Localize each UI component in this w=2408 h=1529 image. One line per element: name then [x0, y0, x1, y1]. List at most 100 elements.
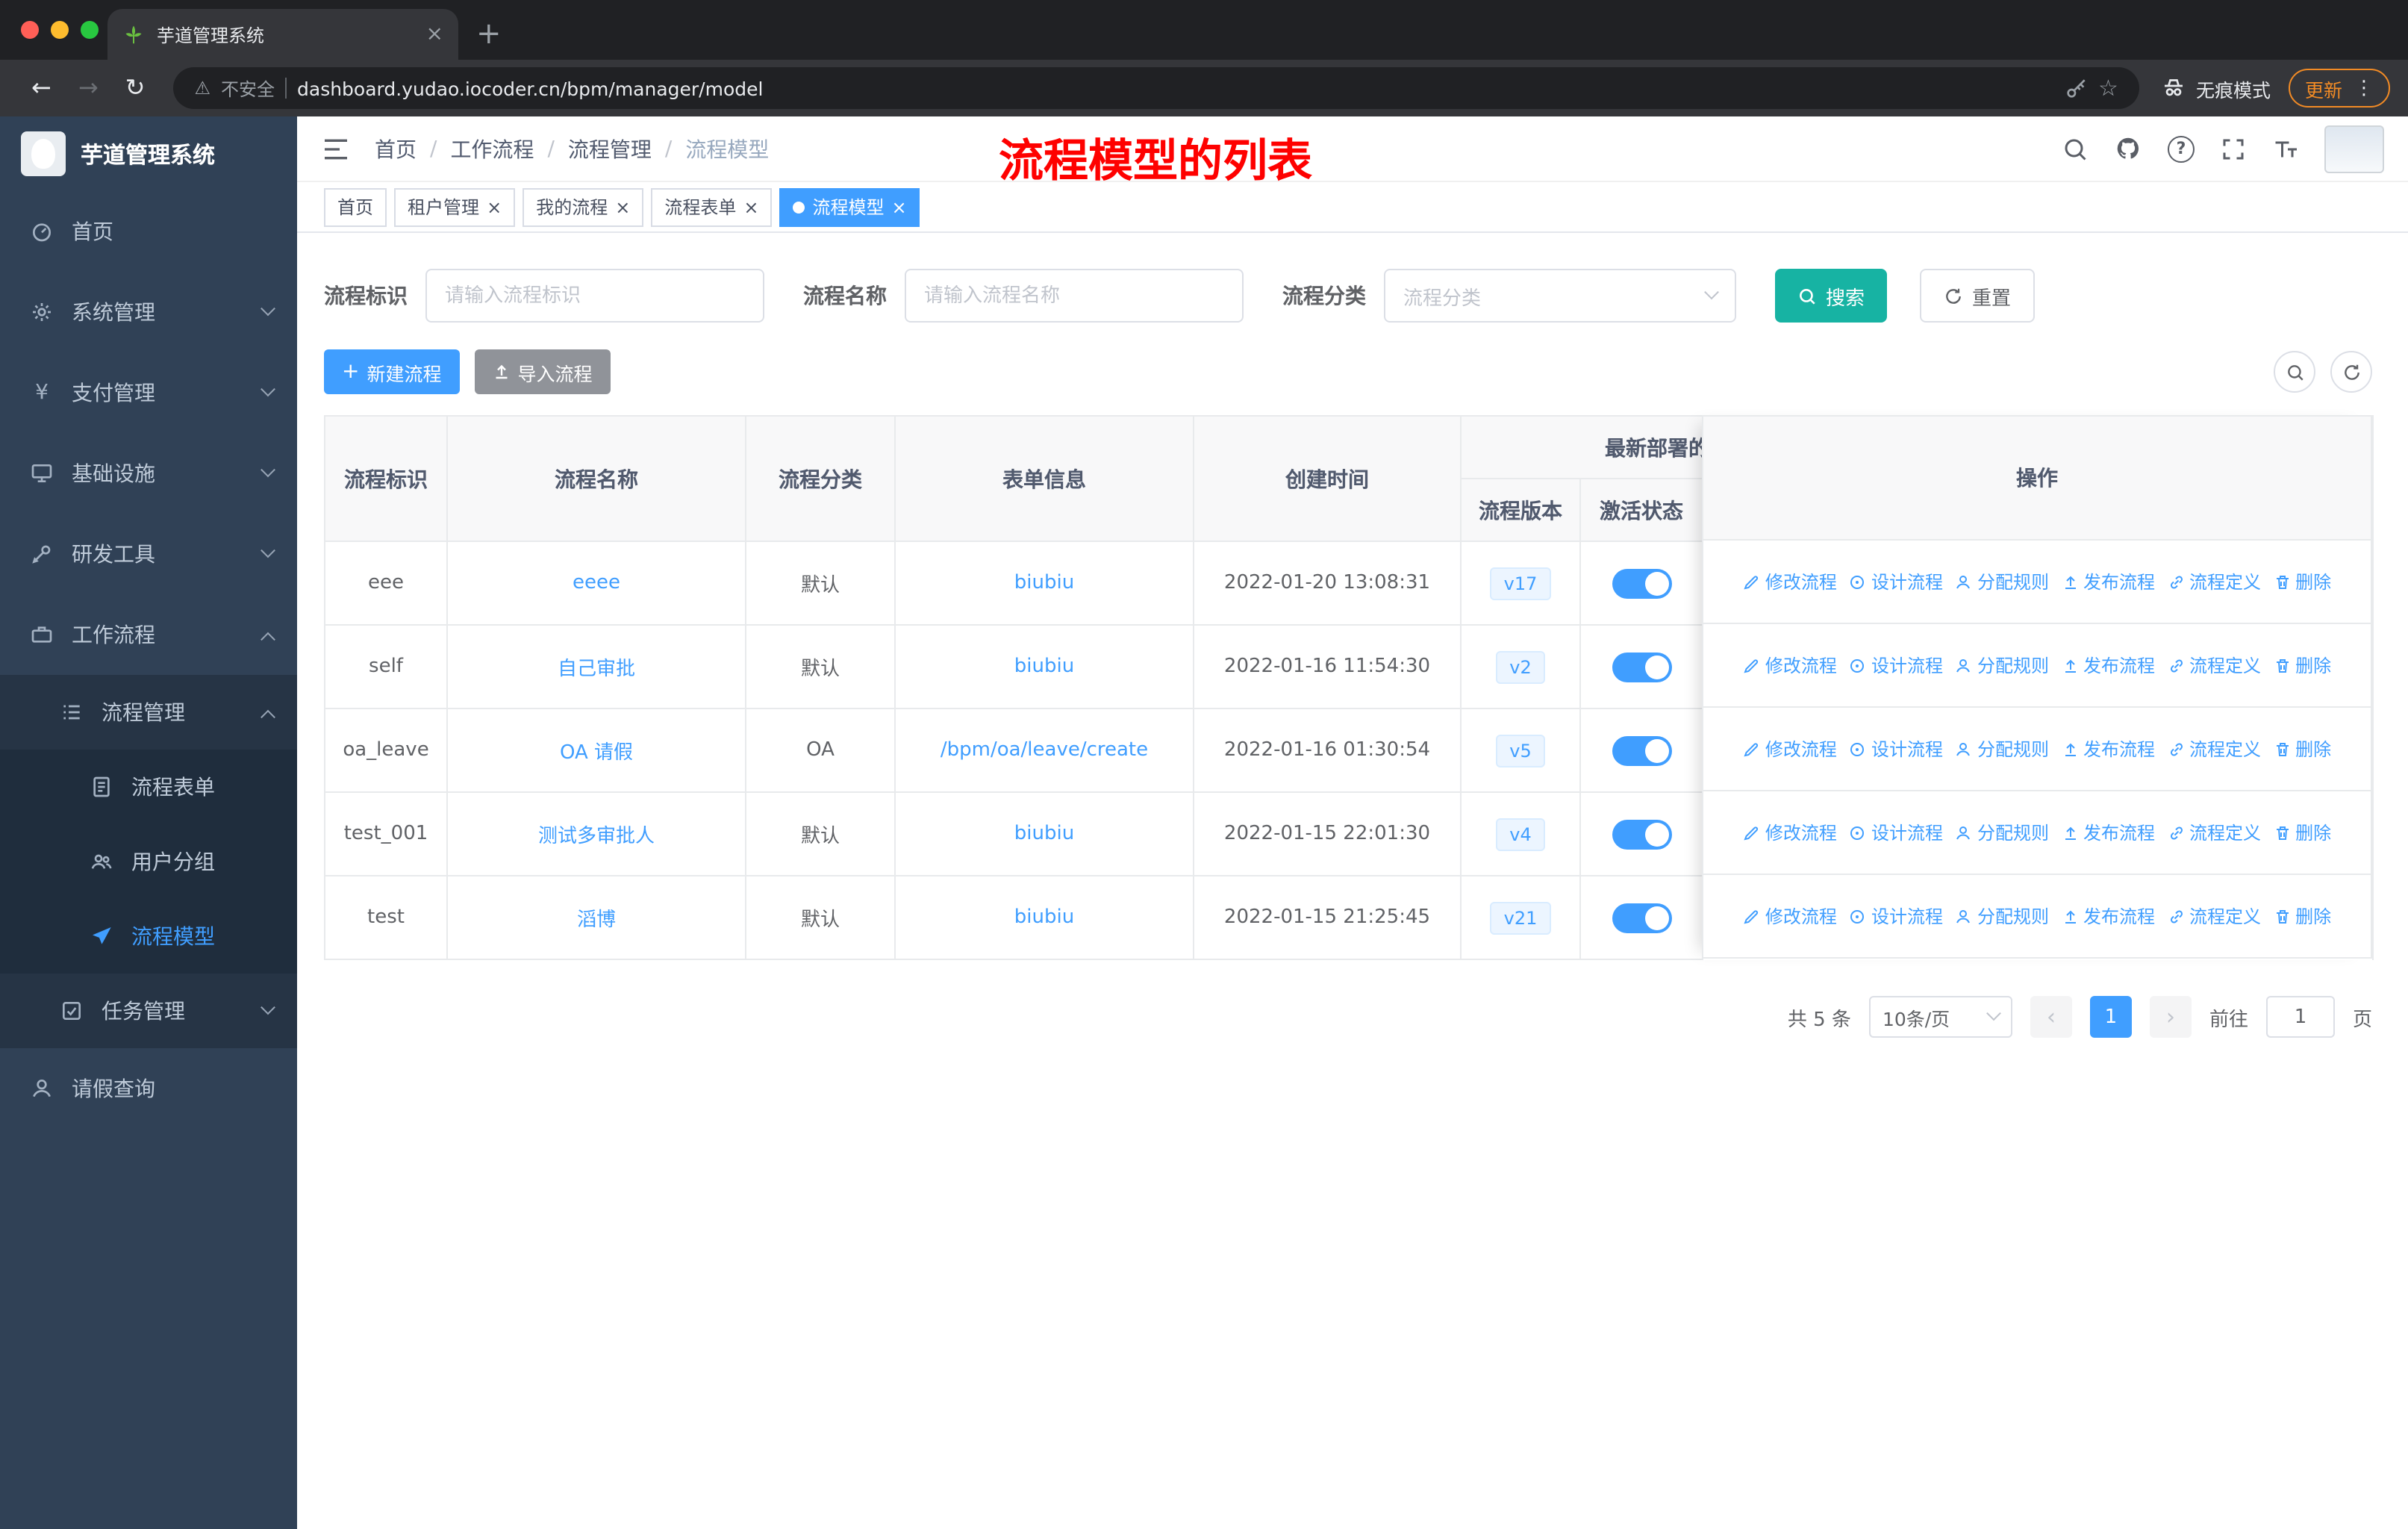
- design-process-link[interactable]: 设计流程: [1849, 903, 1943, 929]
- bookmark-star-icon[interactable]: ☆: [2098, 75, 2118, 102]
- user-avatar[interactable]: [2324, 125, 2384, 172]
- browser-tab[interactable]: 芋道管理系统 ×: [107, 9, 458, 60]
- process-id-input[interactable]: [425, 269, 764, 323]
- process-name-link[interactable]: 自己审批: [558, 658, 635, 681]
- tag-close-icon[interactable]: ×: [615, 198, 630, 216]
- modify-process-link[interactable]: 修改流程: [1743, 903, 1837, 929]
- active-status-toggle[interactable]: [1612, 735, 1671, 765]
- modify-process-link[interactable]: 修改流程: [1743, 653, 1837, 678]
- app-logo[interactable]: 芋道管理系统: [0, 116, 297, 191]
- macos-zoom-button[interactable]: [81, 21, 99, 39]
- publish-process-link[interactable]: 发布流程: [2061, 903, 2155, 929]
- design-process-link[interactable]: 设计流程: [1849, 820, 1943, 845]
- design-process-link[interactable]: 设计流程: [1849, 736, 1943, 762]
- next-page-button[interactable]: ›: [2149, 996, 2192, 1038]
- sidebar-item-devtools[interactable]: 研发工具: [0, 514, 297, 594]
- process-definition-link[interactable]: 流程定义: [2167, 736, 2261, 762]
- search-button[interactable]: 搜索: [1775, 269, 1888, 323]
- reset-button[interactable]: 重置: [1920, 269, 2036, 323]
- delete-process-link[interactable]: 删除: [2273, 736, 2331, 762]
- process-name-link[interactable]: eeee: [573, 572, 620, 594]
- forward-button[interactable]: →: [78, 75, 99, 100]
- refresh-table-button[interactable]: [2330, 351, 2372, 393]
- process-name-input[interactable]: [905, 269, 1244, 323]
- active-status-toggle[interactable]: [1612, 568, 1671, 598]
- sidebar-item-home[interactable]: 首页: [0, 191, 297, 272]
- delete-process-link[interactable]: 删除: [2273, 653, 2331, 678]
- form-info-link[interactable]: biubiu: [1014, 906, 1074, 929]
- assign-rule-link[interactable]: 分配规则: [1955, 569, 2049, 594]
- active-status-toggle[interactable]: [1612, 819, 1671, 849]
- delete-process-link[interactable]: 删除: [2273, 820, 2331, 845]
- form-info-link[interactable]: biubiu: [1014, 572, 1074, 594]
- fullscreen-icon[interactable]: [2220, 135, 2247, 162]
- font-size-icon[interactable]: [2272, 135, 2299, 162]
- breadcrumb-workflow[interactable]: 工作流程: [450, 134, 534, 164]
- tag-close-icon[interactable]: ×: [487, 198, 502, 216]
- address-bar[interactable]: ⚠ 不安全 dashboard.yudao.iocoder.cn/bpm/man…: [173, 67, 2139, 109]
- sidebar-item-user-group[interactable]: 用户分组: [0, 824, 297, 899]
- toggle-search-button[interactable]: [2274, 351, 2315, 393]
- process-name-link[interactable]: OA 请假: [560, 742, 633, 764]
- macos-minimize-button[interactable]: [51, 21, 69, 39]
- tab-close-icon[interactable]: ×: [426, 24, 443, 45]
- design-process-link[interactable]: 设计流程: [1849, 569, 1943, 594]
- process-definition-link[interactable]: 流程定义: [2167, 903, 2261, 929]
- publish-process-link[interactable]: 发布流程: [2061, 569, 2155, 594]
- process-name-link[interactable]: 滔博: [577, 909, 616, 932]
- search-icon[interactable]: [2062, 135, 2089, 162]
- goto-page-input[interactable]: [2265, 996, 2335, 1038]
- modify-process-link[interactable]: 修改流程: [1743, 736, 1837, 762]
- design-process-link[interactable]: 设计流程: [1849, 653, 1943, 678]
- github-icon[interactable]: [2114, 134, 2142, 163]
- process-name-link[interactable]: 测试多审批人: [538, 826, 655, 848]
- form-info-link[interactable]: biubiu: [1014, 823, 1074, 845]
- macos-close-button[interactable]: [21, 21, 39, 39]
- tag-item[interactable]: 我的流程 ×: [523, 187, 644, 226]
- modify-process-link[interactable]: 修改流程: [1743, 820, 1837, 845]
- tag-item[interactable]: 流程表单 ×: [651, 187, 773, 226]
- create-process-button[interactable]: + 新建流程: [324, 349, 460, 394]
- page-size-select[interactable]: 10条/页: [1868, 996, 2012, 1038]
- assign-rule-link[interactable]: 分配规则: [1955, 736, 2049, 762]
- tag-item[interactable]: 租户管理 ×: [394, 187, 516, 226]
- sidebar-item-infrastructure[interactable]: 基础设施: [0, 433, 297, 514]
- sidebar-item-workflow[interactable]: 工作流程: [0, 594, 297, 675]
- tag-item[interactable]: 流程模型 ×: [779, 187, 920, 226]
- active-status-toggle[interactable]: [1612, 903, 1671, 932]
- publish-process-link[interactable]: 发布流程: [2061, 653, 2155, 678]
- help-icon[interactable]: ?: [2168, 135, 2195, 162]
- delete-process-link[interactable]: 删除: [2273, 569, 2331, 594]
- hamburger-icon[interactable]: [321, 134, 351, 164]
- tag-close-icon[interactable]: ×: [892, 198, 907, 216]
- sidebar-item-task-mgmt[interactable]: 任务管理: [0, 974, 297, 1048]
- new-tab-button[interactable]: +: [476, 18, 502, 48]
- import-process-button[interactable]: 导入流程: [474, 349, 611, 394]
- publish-process-link[interactable]: 发布流程: [2061, 820, 2155, 845]
- category-select[interactable]: 流程分类: [1384, 269, 1736, 323]
- assign-rule-link[interactable]: 分配规则: [1955, 903, 2049, 929]
- password-key-icon[interactable]: [2064, 76, 2088, 100]
- sidebar-item-leave-query[interactable]: 请假查询: [0, 1048, 297, 1129]
- process-definition-link[interactable]: 流程定义: [2167, 653, 2261, 678]
- active-status-toggle[interactable]: [1612, 652, 1671, 682]
- modify-process-link[interactable]: 修改流程: [1743, 569, 1837, 594]
- publish-process-link[interactable]: 发布流程: [2061, 736, 2155, 762]
- sidebar-item-payment[interactable]: ¥ 支付管理: [0, 352, 297, 433]
- form-info-link[interactable]: /bpm/oa/leave/create: [941, 739, 1148, 762]
- sidebar-item-system[interactable]: 系统管理: [0, 272, 297, 352]
- sidebar-item-process-model[interactable]: 流程模型: [0, 899, 297, 974]
- prev-page-button[interactable]: ‹: [2030, 996, 2072, 1038]
- tag-item[interactable]: 首页 ×: [324, 187, 387, 226]
- sidebar-item-process-form[interactable]: 流程表单: [0, 750, 297, 824]
- process-definition-link[interactable]: 流程定义: [2167, 569, 2261, 594]
- browser-menu-icon[interactable]: ⋮: [2354, 77, 2374, 99]
- form-info-link[interactable]: biubiu: [1014, 655, 1074, 678]
- assign-rule-link[interactable]: 分配规则: [1955, 820, 2049, 845]
- back-button[interactable]: ←: [31, 75, 52, 100]
- browser-update-button[interactable]: 更新 ⋮: [2288, 69, 2390, 108]
- breadcrumb-home[interactable]: 首页: [375, 134, 417, 164]
- delete-process-link[interactable]: 删除: [2273, 903, 2331, 929]
- breadcrumb-process-mgmt[interactable]: 流程管理: [568, 134, 652, 164]
- reload-button[interactable]: ↻: [125, 75, 146, 100]
